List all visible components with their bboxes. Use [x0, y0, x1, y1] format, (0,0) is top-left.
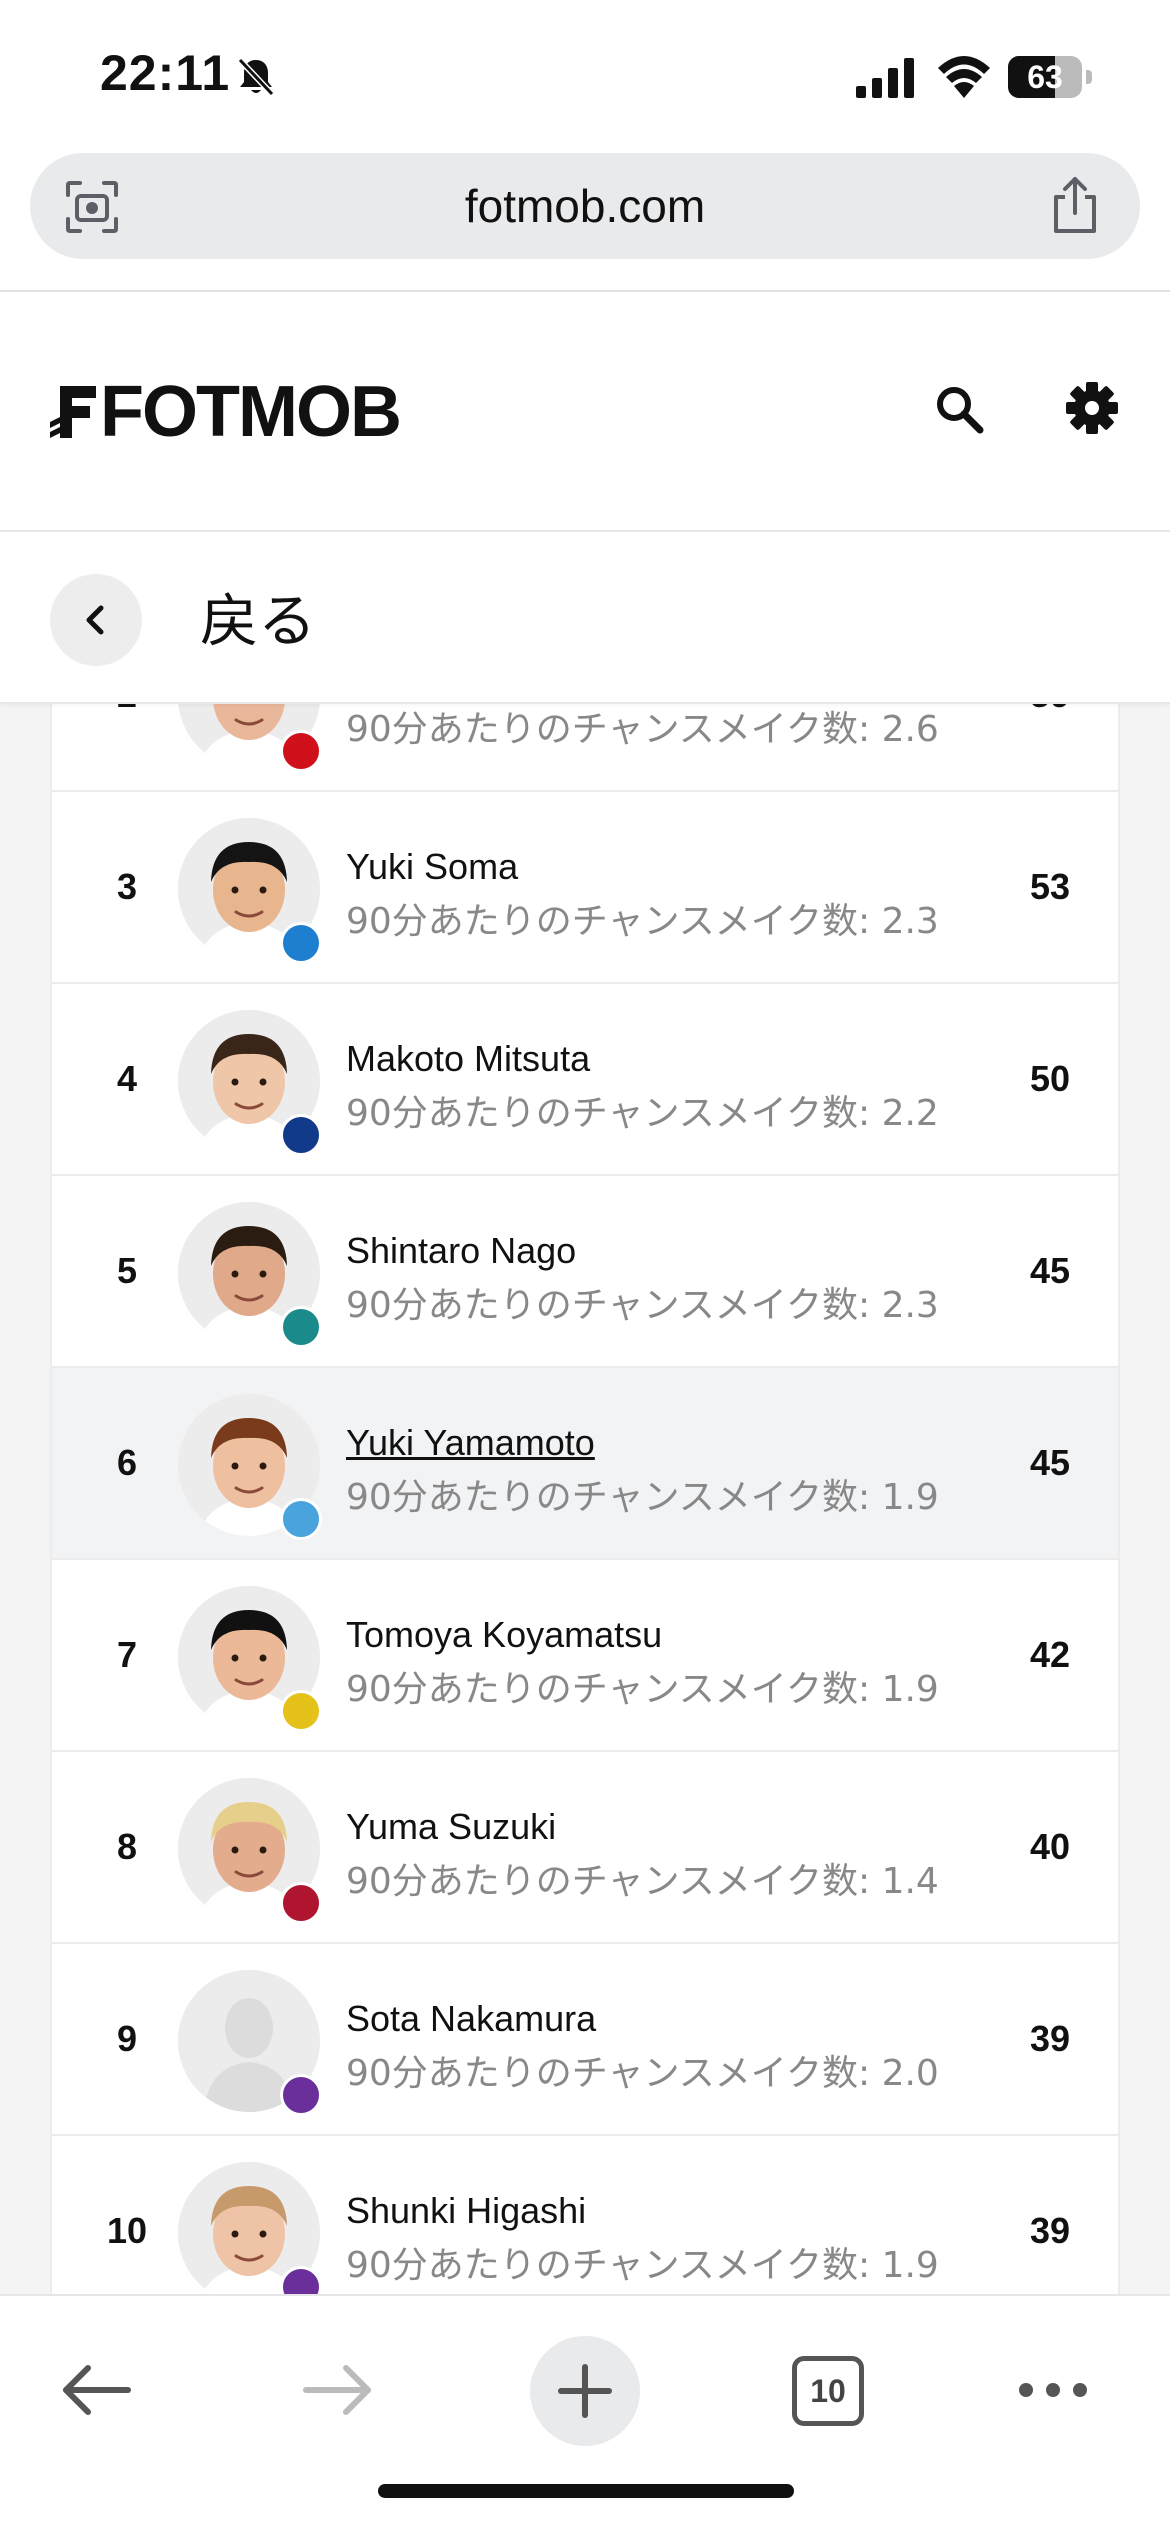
- back-bar: 戻る: [0, 530, 1170, 704]
- player-stat: 90分あたりのチャンスメイク数: 1.4: [346, 1861, 939, 1902]
- status-time: 22:11: [100, 45, 231, 101]
- player-value: 39: [1029, 2210, 1070, 2251]
- status-bar: 22:11 63: [0, 0, 1170, 150]
- plus-icon: [558, 2364, 612, 2418]
- player-name[interactable]: Makoto Mitsuta: [346, 1038, 590, 1080]
- search-icon[interactable]: [930, 380, 990, 440]
- player-name[interactable]: Yuma Suzuki: [346, 1806, 556, 1848]
- tabs-icon[interactable]: 10: [792, 2356, 864, 2426]
- player-avatar[interactable]: [178, 2162, 322, 2294]
- screen: 22:11 63 fotmob.com FOTMOB 戻る 90分あたりのチャン…: [0, 0, 1170, 2532]
- player-row[interactable]: 2Matheus Savio90分あたりのチャンスメイク数: 2.659: [52, 704, 1118, 792]
- player-avatar[interactable]: [178, 1778, 322, 1924]
- player-stat: 90分あたりのチャンスメイク数: 1.9: [346, 1669, 939, 1710]
- player-value: 59: [1030, 704, 1070, 790]
- new-tab-button[interactable]: [530, 2336, 640, 2446]
- player-row[interactable]: 9 Sota Nakamura 90分あたりのチャンスメイク数: 2.0 39: [52, 1944, 1118, 2136]
- player-stat: 90分あたりのチャンスメイク数: 2.6: [346, 709, 939, 750]
- player-name[interactable]: Shintaro Nago: [346, 1230, 576, 1272]
- player-stat: 90分あたりのチャンスメイク数: 1.9: [346, 2245, 939, 2286]
- back-arrow-icon[interactable]: [60, 2362, 132, 2418]
- site-header: FOTMOB: [0, 292, 1170, 530]
- logo-text: FOTMOB: [100, 372, 402, 452]
- player-row[interactable]: 3 Yuki Soma 90分あたりのチャンスメイク数: 2.3 53: [52, 792, 1118, 984]
- more-icon[interactable]: [1016, 2380, 1090, 2400]
- player-value: 50: [1029, 1058, 1070, 1099]
- player-stat: 90分あたりのチャンスメイク数: 2.3: [346, 901, 939, 942]
- player-stat: 90分あたりのチャンスメイク数: 1.9: [346, 1477, 939, 1518]
- gear-icon[interactable]: [1062, 378, 1122, 438]
- player-avatar[interactable]: [178, 1970, 322, 2116]
- signal-icon: [856, 58, 914, 98]
- player-name[interactable]: Shunki Higashi: [346, 2190, 586, 2232]
- bell-slash-icon: [237, 57, 275, 97]
- back-button[interactable]: [50, 574, 142, 666]
- player-value: 39: [1029, 2018, 1070, 2059]
- battery-level: 63: [1027, 59, 1063, 95]
- stats-list-area[interactable]: 2Matheus Savio90分あたりのチャンスメイク数: 2.6593Yuk…: [0, 704, 1170, 2294]
- team-badge-icon: [280, 2074, 322, 2116]
- player-avatar[interactable]: [178, 818, 322, 964]
- team-badge-icon: [280, 1306, 322, 1348]
- home-indicator: [378, 2484, 794, 2498]
- team-badge-icon: [280, 1882, 322, 1924]
- battery-icon: 63: [1008, 56, 1092, 98]
- player-value: 42: [1029, 1634, 1070, 1675]
- team-badge-icon: [280, 1690, 322, 1732]
- player-rank: 2: [52, 704, 202, 790]
- player-avatar[interactable]: [178, 1202, 322, 1348]
- share-icon[interactable]: [1048, 175, 1102, 235]
- player-value: 45: [1029, 1250, 1070, 1291]
- stats-list: 2Matheus Savio90分あたりのチャンスメイク数: 2.6593Yuk…: [50, 704, 1120, 2294]
- back-label[interactable]: 戻る: [200, 586, 316, 656]
- team-badge-icon: [280, 1498, 322, 1540]
- team-badge-icon: [280, 730, 322, 772]
- player-name[interactable]: Sota Nakamura: [346, 1998, 596, 2040]
- player-avatar[interactable]: [178, 1586, 322, 1732]
- player-row[interactable]: 6 Yuki Yamamoto 90分あたりのチャンスメイク数: 1.9 45: [52, 1368, 1118, 1560]
- player-stat: 90分あたりのチャンスメイク数: 2.0: [346, 2053, 939, 2094]
- team-badge-icon: [280, 1114, 322, 1156]
- player-row[interactable]: 10 Shunki Higashi 90分あたりのチャンスメイク数: 1.9 39: [52, 2136, 1118, 2294]
- fotmob-logo[interactable]: FOTMOB: [50, 372, 402, 452]
- camera-icon[interactable]: [64, 179, 120, 235]
- player-value: 40: [1029, 1826, 1070, 1867]
- player-avatar[interactable]: [178, 1010, 322, 1156]
- player-row[interactable]: 5 Shintaro Nago 90分あたりのチャンスメイク数: 2.3 45: [52, 1176, 1118, 1368]
- player-stat: 90分あたりのチャンスメイク数: 2.3: [346, 1285, 939, 1326]
- logo-mark-icon: [50, 386, 96, 438]
- chevron-left-icon: [86, 605, 104, 635]
- address-bar[interactable]: fotmob.com: [30, 153, 1140, 259]
- url-text[interactable]: fotmob.com: [30, 153, 1140, 259]
- player-stat: 90分あたりのチャンスメイク数: 2.2: [346, 1093, 939, 1134]
- player-value: 45: [1029, 1442, 1070, 1483]
- player-name[interactable]: Tomoya Koyamatsu: [346, 1614, 662, 1656]
- wifi-icon: [938, 56, 990, 98]
- player-name[interactable]: Yuki Soma: [346, 846, 518, 888]
- team-badge-icon: [280, 2266, 322, 2294]
- player-avatar[interactable]: [178, 1394, 322, 1540]
- team-badge-icon: [280, 922, 322, 964]
- player-row[interactable]: 7 Tomoya Koyamatsu 90分あたりのチャンスメイク数: 1.9 42: [52, 1560, 1118, 1752]
- player-row[interactable]: 4 Makoto Mitsuta 90分あたりのチャンスメイク数: 2.2 50: [52, 984, 1118, 1176]
- forward-arrow-icon[interactable]: [302, 2362, 374, 2418]
- player-row[interactable]: 8 Yuma Suzuki 90分あたりのチャンスメイク数: 1.4 40: [52, 1752, 1118, 1944]
- player-name[interactable]: Yuki Yamamoto: [346, 1422, 595, 1464]
- player-value: 53: [1029, 866, 1070, 907]
